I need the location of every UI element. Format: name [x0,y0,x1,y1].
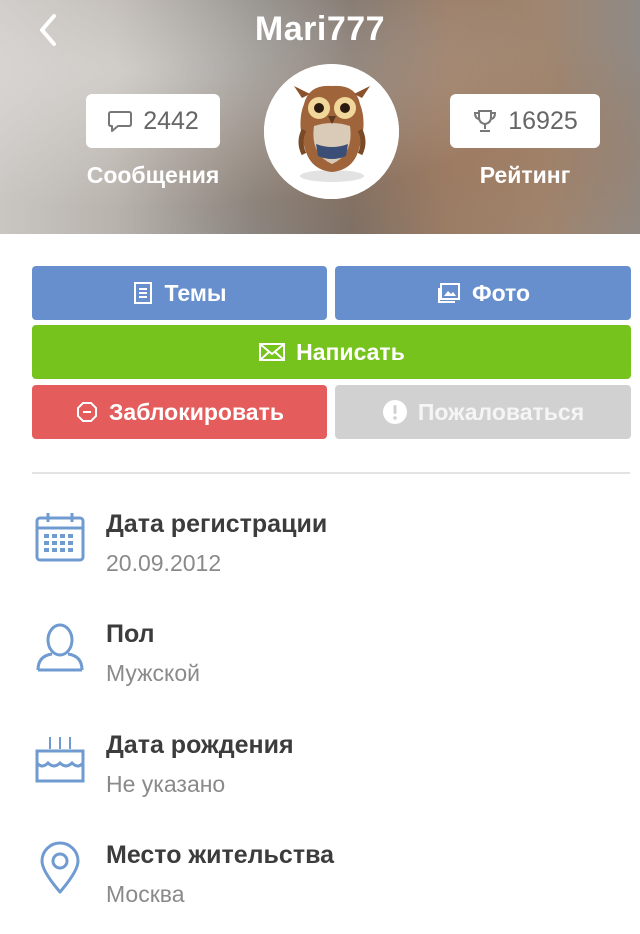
registration-date-value: 20.09.2012 [106,550,222,576]
gender-label: Пол [106,620,155,648]
profile-header: Mari777 2442 Сообщения 16925 Рейтинг [0,0,640,234]
block-user-button[interactable]: Заблокировать [32,385,327,439]
owl-avatar-image [264,64,399,199]
write-message-button[interactable]: Написать [32,325,631,379]
envelope-icon [259,343,286,361]
messages-count: 2442 [143,106,199,135]
messages-label: Сообщения [86,162,220,188]
birth-date-value: Не указано [106,771,226,797]
report-user-button[interactable]: Пожаловаться [335,385,631,439]
block-user-button-label: Заблокировать [109,398,284,425]
exclamation-icon [382,400,407,424]
gender-value: Мужской [106,660,201,686]
report-user-button-label: Пожаловаться [417,398,585,425]
image-icon [437,283,460,303]
topics-button[interactable]: Темы [32,266,327,320]
location-label: Место жительства [106,841,335,869]
chat-bubble-icon [108,111,133,132]
rating-count: 16925 [508,106,578,135]
info-birth-date: Дата рождения Не указано [32,727,592,817]
page-title: Mari777 [254,10,386,48]
document-icon [134,282,153,304]
calendar-icon [35,513,85,562]
photo-button[interactable]: Фото [335,266,631,320]
location-pin-icon [40,841,80,894]
trophy-icon [474,110,497,132]
divider [32,472,630,474]
info-location: Место жительства Москва [32,837,592,927]
avatar[interactable] [264,64,399,199]
location-value: Москва [106,881,185,907]
rating-label: Рейтинг [479,162,571,188]
block-icon [77,402,97,422]
messages-count-box[interactable]: 2442 [86,94,220,148]
registration-date-label: Дата регистрации [106,510,328,538]
person-icon [36,623,84,672]
birthday-cake-icon [35,737,85,783]
write-message-button-label: Написать [296,338,405,365]
photo-button-label: Фото [471,279,531,306]
birth-date-label: Дата рождения [106,731,294,759]
topics-button-label: Темы [164,279,227,306]
info-gender: Пол Мужской [32,616,592,706]
rating-count-box[interactable]: 16925 [450,94,600,148]
info-registration-date: Дата регистрации 20.09.2012 [32,506,592,596]
